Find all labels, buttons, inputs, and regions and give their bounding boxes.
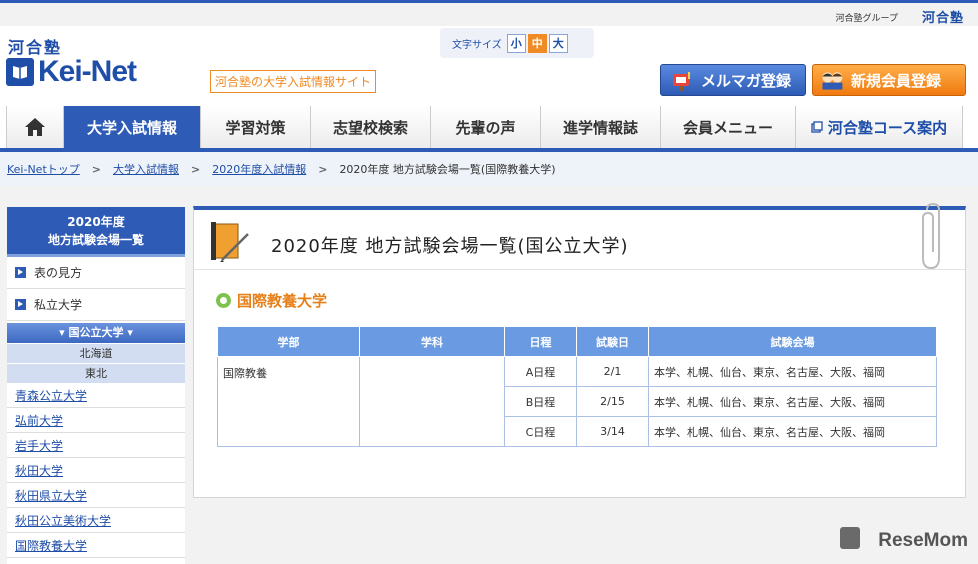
site-logo[interactable]: Kei-Net [6,55,137,88]
table-header-schedule: 日程 [504,326,577,357]
table-header-date: 試験日 [576,326,649,357]
nav-magazine[interactable]: 進学情報誌 [540,106,660,148]
mail-magazine-button[interactable]: メルマガ登録 [660,64,806,96]
circle-bullet-icon [216,293,231,308]
breadcrumb-link-exam-info[interactable]: 大学入試情報 [113,161,179,177]
site-header: 河合塾 Kei-Net 河合塾の大学入試情報サイト 文字サイズ 小 中 大 メル… [0,26,978,106]
nav-exam-info[interactable]: 大学入試情報 [63,106,200,148]
nav-member-menu[interactable]: 会員メニュー [660,106,795,148]
table-header-faculty: 学部 [217,326,360,357]
group-label: 河合塾グループ [835,14,898,24]
sidebar-university-item[interactable]: 秋田公立美術大学 [7,508,185,533]
table-header-department: 学科 [359,326,505,357]
breadcrumb-separator: > [318,162,328,176]
university-heading: 国際教養大学 [216,290,327,311]
breadcrumb-current: 2020年度 地方試験会場一覧(国際教養大学) [339,163,556,176]
home-icon [25,118,45,136]
venue-cell: 本学、札幌、仙台、東京、名古屋、大阪、福岡 [648,416,937,447]
university-name: 国際教養大学 [237,292,328,310]
sidebar-university-item[interactable]: 青森公立大学 [7,383,185,408]
main-nav: 大学入試情報 学習対策 志望校検索 先輩の声 進学情報誌 会員メニュー 河合塾コ… [0,106,978,152]
schedule-cell: C日程 [504,416,577,447]
font-size-large-button[interactable]: 大 [548,33,568,53]
venue-cell: 本学、札幌、仙台、東京、名古屋、大阪、福岡 [648,386,937,417]
sidebar-link-private[interactable]: 私立大学 [7,289,185,321]
sidebar-title-year: 2020年度 [67,215,125,229]
breadcrumb-separator: > [191,162,201,176]
breadcrumb-link-2020[interactable]: 2020年度入試情報 [212,161,306,177]
schedule-cell: A日程 [504,356,577,387]
nav-study[interactable]: 学習対策 [200,106,310,148]
book-pen-icon [211,222,249,262]
new-member-label: 新規会員登録 [851,71,942,90]
page-title: 2020年度 地方試験会場一覧(国公立大学) [271,236,629,257]
main-content: 2020年度 地方試験会場一覧(国公立大学) 国際教養大学 学部 学科 日程 試… [193,202,966,498]
paperclip-icon [922,202,940,270]
watermark-logo: ReseMom [878,530,968,551]
sidebar-link-label: 表の見方 [34,266,83,280]
arrow-bullet-icon [15,299,26,310]
main-header: 2020年度 地方試験会場一覧(国公立大学) [194,202,965,270]
sidebar-region-tohoku: 東北 [7,363,185,383]
top-accent-line [0,0,978,3]
logo-book-icon [6,58,34,86]
nav-school-search[interactable]: 志望校検索 [310,106,430,148]
date-cell: 2/1 [576,356,649,387]
sidebar-title: 2020年度 地方試験会場一覧 [7,207,185,257]
sidebar-university-item[interactable]: 秋田県立大学 [7,483,185,508]
date-cell: 2/15 [576,386,649,417]
table-header-row: 学部 学科 日程 試験日 試験会場 [217,326,937,357]
resemom-logo-icon [840,527,860,549]
department-cell [359,356,505,447]
table-header-venue: 試験会場 [648,326,937,357]
mailbox-icon [669,69,695,91]
students-icon [819,69,845,91]
sidebar-title-text: 地方試験会場一覧 [47,233,144,247]
arrow-bullet-icon [15,267,26,278]
date-cell: 3/14 [576,416,649,447]
font-size-label: 文字サイズ [452,39,502,51]
logo-text: Kei-Net [38,55,137,88]
sidebar-link-label: 私立大学 [34,298,83,312]
table-row: 国際教養 A日程 2/1 本学、札幌、仙台、東京、名古屋、大阪、福岡 [217,356,937,447]
breadcrumb: Kei-Netトップ > 大学入試情報 > 2020年度入試情報 > 2020年… [0,152,978,186]
kawaijuku-group-logo[interactable]: 河合塾 [922,7,964,26]
sidebar-university-item[interactable]: 国際教養大学 [7,533,185,558]
font-size-medium-button[interactable]: 中 [527,33,547,53]
breadcrumb-separator: > [91,162,101,176]
nav-course-guide[interactable]: 河合塾コース案内 [795,106,963,148]
new-member-button[interactable]: 新規会員登録 [812,64,966,96]
sidebar-link-legend[interactable]: 表の見方 [7,257,185,289]
sidebar-region-hokkaido: 北海道 [7,343,185,363]
nav-course-guide-label: 河合塾コース案内 [827,118,948,137]
sidebar: 2020年度 地方試験会場一覧 表の見方 私立大学 ▾ 国公立大学 ▾ 北海道 … [7,207,185,564]
font-size-small-button[interactable]: 小 [506,33,526,53]
sidebar-category-national[interactable]: ▾ 国公立大学 ▾ [7,323,185,343]
schedule-cell: B日程 [504,386,577,417]
venue-cell: 本学、札幌、仙台、東京、名古屋、大阪、福岡 [648,356,937,387]
mail-magazine-label: メルマガ登録 [701,71,792,90]
faculty-cell: 国際教養 [217,356,360,447]
breadcrumb-link-top[interactable]: Kei-Netトップ [7,161,80,177]
font-size-switcher: 文字サイズ 小 中 大 [440,28,594,58]
exam-venue-table: 学部 学科 日程 試験日 試験会場 国際教養 A日程 2/1 本学、札幌、仙台、… [217,326,937,447]
nav-home[interactable] [6,106,63,148]
external-window-icon [811,121,823,133]
sidebar-university-item[interactable]: 弘前大学 [7,408,185,433]
sidebar-university-item[interactable]: 秋田大学 [7,458,185,483]
sidebar-university-item[interactable]: 岩手大学 [7,433,185,458]
site-tagline: 河合塾の大学入試情報サイト [210,70,377,93]
nav-senior-voices[interactable]: 先輩の声 [430,106,540,148]
